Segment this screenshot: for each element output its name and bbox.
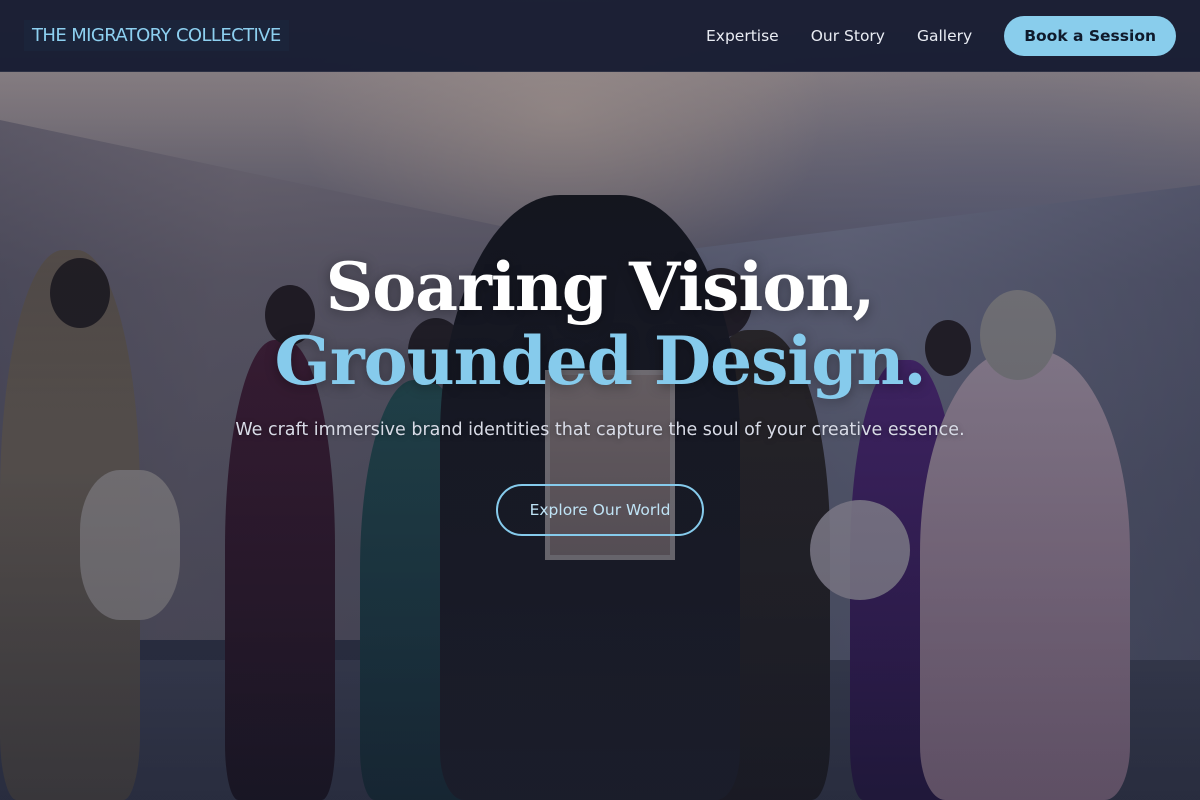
brand-logo[interactable]: THE MIGRATORY COLLECTIVE (24, 20, 289, 51)
hero-subheadline: We craft immersive brand identities that… (235, 420, 965, 440)
book-session-button[interactable]: Book a Session (1004, 15, 1176, 56)
site-header: THE MIGRATORY COLLECTIVE Expertise Our S… (0, 0, 1200, 72)
nav-link-expertise[interactable]: Expertise (706, 27, 779, 45)
explore-world-button[interactable]: Explore Our World (495, 484, 705, 536)
hero-headline: Soaring Vision, Grounded Design. (0, 250, 1200, 398)
main-nav: Expertise Our Story Gallery Book a Sessi… (706, 15, 1176, 56)
hero-section: Soaring Vision, Grounded Design. We craf… (0, 250, 1200, 536)
nav-link-our-story[interactable]: Our Story (811, 27, 885, 45)
headline-line-accent: Grounded Design. (274, 322, 927, 400)
headline-line-primary: Soaring Vision, (325, 248, 876, 326)
nav-link-gallery[interactable]: Gallery (917, 27, 972, 45)
